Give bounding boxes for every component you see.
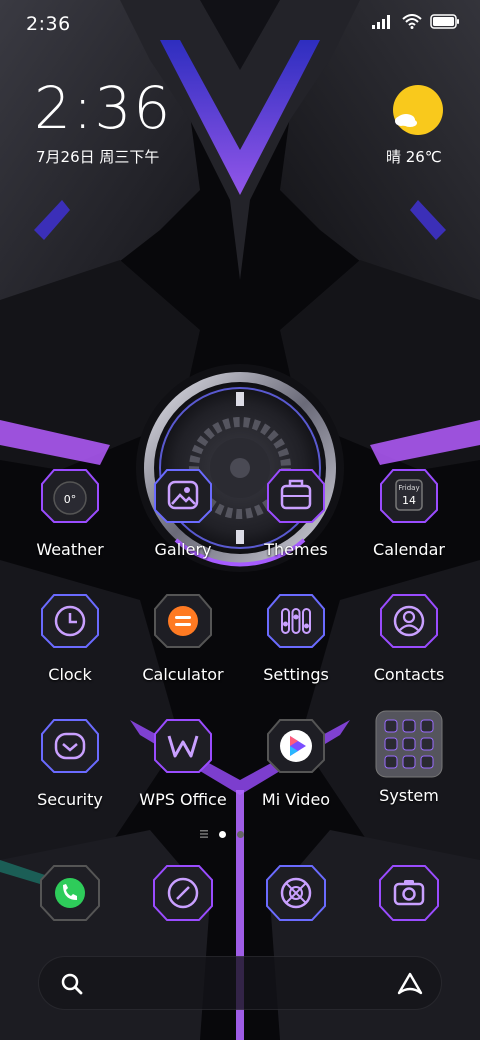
calendar-icon-date: 14: [402, 494, 416, 507]
clock-widget-time[interactable]: 2:36: [34, 76, 172, 140]
app-label: Gallery: [154, 540, 212, 559]
weather-widget-text: 晴 26℃: [386, 148, 442, 166]
app-calculator[interactable]: Calculator: [127, 591, 239, 684]
app-label: WPS Office: [139, 790, 227, 809]
browser-icon: [266, 865, 326, 921]
dock-messages[interactable]: [152, 862, 214, 924]
mi-video-icon: [267, 719, 325, 773]
wps-icon: [154, 719, 212, 773]
app-weather[interactable]: 0° Weather: [14, 466, 126, 559]
dock-browser[interactable]: [265, 862, 327, 924]
app-gallery[interactable]: Gallery: [127, 466, 239, 559]
clock-widget-date: 7月26日 周三下午: [36, 148, 160, 166]
folder-icon: [375, 710, 443, 778]
app-system-folder[interactable]: System: [353, 710, 465, 805]
app-clock[interactable]: Clock: [14, 591, 126, 684]
dock-camera[interactable]: [378, 862, 440, 924]
page-dot[interactable]: [237, 830, 244, 838]
app-label: Calculator: [142, 665, 224, 684]
app-calendar[interactable]: Friday 14 Calendar: [353, 466, 465, 559]
signal-icon: [372, 14, 390, 29]
wifi-icon: [402, 14, 422, 29]
app-label: Themes: [264, 540, 328, 559]
themes-icon: [267, 469, 325, 523]
camera-icon: [379, 865, 439, 921]
weather-icon-temp: 0°: [64, 493, 77, 506]
app-contacts[interactable]: Contacts: [353, 591, 465, 684]
app-label: Calendar: [373, 540, 445, 559]
search-bar[interactable]: [38, 956, 442, 1010]
gallery-icon: [154, 469, 212, 523]
status-bar-time: 2:36: [26, 13, 71, 35]
phone-icon: [40, 865, 100, 921]
page-list-icon[interactable]: [200, 830, 208, 838]
page-indicator[interactable]: [200, 830, 244, 838]
app-label: System: [379, 786, 439, 805]
search-icon[interactable]: [61, 973, 83, 995]
app-themes[interactable]: Themes: [240, 466, 352, 559]
app-settings[interactable]: Settings: [240, 591, 352, 684]
status-bar-icons: [372, 14, 460, 29]
calculator-icon: [154, 594, 212, 648]
calendar-icon-day: Friday: [398, 484, 419, 492]
app-label: Mi Video: [261, 790, 331, 809]
app-mi-video[interactable]: Mi Video: [240, 716, 352, 809]
messages-icon: [153, 865, 213, 921]
contacts-icon: [380, 594, 438, 648]
app-label: Security: [37, 790, 103, 809]
calendar-icon: Friday 14: [380, 469, 438, 523]
dock-phone[interactable]: [39, 862, 101, 924]
app-label: Clock: [48, 665, 92, 684]
security-icon: [41, 719, 99, 773]
assistant-icon[interactable]: [397, 972, 423, 996]
page-dot-active[interactable]: [219, 830, 226, 838]
app-label: Contacts: [373, 665, 445, 684]
sun-cloud-icon[interactable]: [392, 84, 444, 136]
settings-icon: [267, 594, 325, 648]
app-wps-office[interactable]: WPS Office: [127, 716, 239, 809]
app-security[interactable]: Security: [14, 716, 126, 809]
battery-icon: [430, 14, 459, 29]
app-label: Weather: [36, 540, 104, 559]
app-label: Settings: [263, 665, 329, 684]
clock-icon: [41, 594, 99, 648]
weather-icon: 0°: [41, 469, 99, 523]
